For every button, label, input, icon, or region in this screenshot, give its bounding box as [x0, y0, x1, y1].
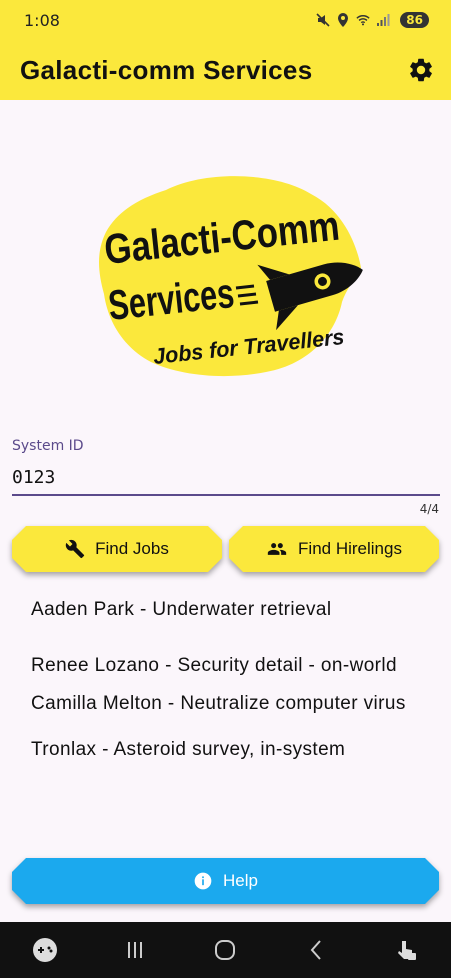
find-hirelings-button[interactable]: Find Hirelings: [229, 526, 439, 572]
location-icon: [336, 13, 350, 27]
battery-indicator: 86: [400, 12, 429, 28]
status-icons: 86: [316, 12, 429, 28]
home-icon[interactable]: [205, 930, 245, 970]
app-title: Galacti-comm Services: [20, 54, 313, 85]
job-item[interactable]: Camilla Melton - Neutralize computer vir…: [31, 690, 411, 718]
help-button[interactable]: Help: [12, 858, 439, 904]
back-icon[interactable]: [296, 930, 336, 970]
find-hirelings-button-wrap: Find Hirelings: [229, 526, 439, 572]
job-item[interactable]: Aaden Park - Underwater retrieval: [31, 596, 411, 624]
job-item[interactable]: Renee Lozano - Security detail - on-worl…: [31, 652, 411, 680]
find-jobs-label: Find Jobs: [95, 539, 169, 558]
character-counter: 4/4: [419, 502, 439, 516]
status-time: 1:08: [24, 10, 60, 30]
people-icon: [266, 539, 288, 559]
find-jobs-button[interactable]: Find Jobs: [12, 526, 222, 572]
app-bar: Galacti-comm Services: [0, 40, 451, 100]
signal-icon: [376, 13, 390, 27]
navigation-bar: [0, 922, 451, 978]
info-icon: [193, 871, 213, 891]
touch-lock-icon[interactable]: [386, 930, 426, 970]
status-bar: 1:08 86: [0, 0, 451, 40]
wifi-6e-icon: [356, 13, 370, 27]
job-list: Aaden Park - Underwater retrieval Renee …: [31, 596, 411, 764]
job-item[interactable]: Tronlax - Asteroid survey, in-system: [31, 736, 411, 764]
galacti-comm-logo: Galacti-Comm Services Jobs for Traveller…: [99, 176, 363, 377]
system-id-input[interactable]: [12, 460, 440, 496]
mute-icon: [316, 13, 330, 27]
system-id-label: System ID: [12, 438, 84, 454]
recents-icon[interactable]: [115, 930, 155, 970]
find-jobs-button-wrap: Find Jobs: [12, 526, 222, 572]
help-label: Help: [223, 871, 258, 890]
wrench-icon: [65, 539, 85, 559]
gear-icon[interactable]: [407, 56, 435, 84]
help-button-wrap: Help: [12, 858, 439, 904]
game-launcher-icon[interactable]: [25, 930, 65, 970]
find-hirelings-label: Find Hirelings: [298, 539, 402, 558]
